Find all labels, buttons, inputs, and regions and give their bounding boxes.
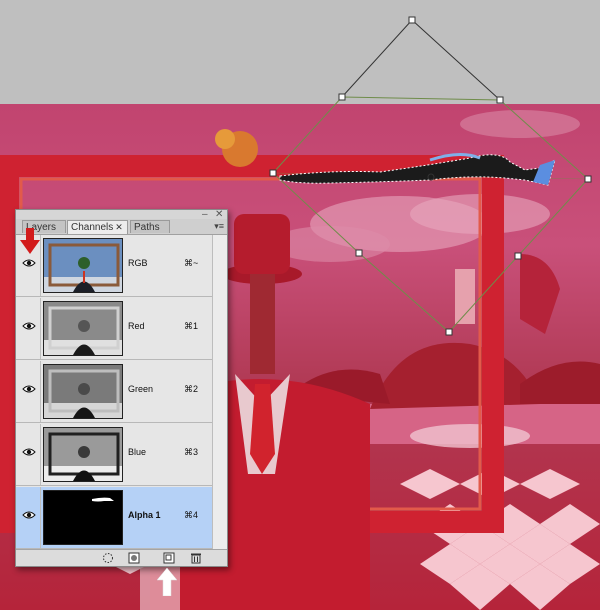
channel-row-alpha-1[interactable]: Alpha 1 ⌘4 [16, 487, 212, 549]
channel-thumbnail [43, 490, 123, 545]
mask-icon [128, 552, 140, 564]
channel-row-rgb[interactable]: RGB ⌘~ [16, 235, 212, 297]
panel-scrollbar[interactable] [212, 235, 227, 549]
tab-close-icon[interactable]: ✕ [115, 222, 123, 232]
channel-name: RGB [128, 258, 148, 268]
panel-tabs: Layers Channels ✕ Paths ▾≡ [16, 219, 227, 235]
dotted-circle-icon [103, 553, 113, 563]
tab-paths-label: Paths [134, 222, 160, 233]
new-channel-icon [163, 552, 175, 564]
channel-name: Blue [128, 447, 147, 457]
channel-shortcut: ⌘3 [184, 447, 199, 457]
panel-bottom-toolbar [16, 549, 227, 566]
white-arrow-up-icon [157, 568, 177, 596]
visibility-toggle[interactable] [16, 487, 41, 548]
channel-shortcut: ⌘2 [184, 384, 199, 394]
channels-panel[interactable]: – ✕ Layers Channels ✕ Paths ▾≡ RGB ⌘~ Re… [15, 209, 228, 567]
eye-icon [22, 259, 36, 267]
delete-channel-button[interactable] [186, 551, 206, 565]
eye-icon [22, 322, 36, 330]
eye-icon [22, 448, 36, 456]
save-selection-as-channel-button[interactable] [124, 551, 144, 565]
visibility-toggle[interactable] [16, 361, 41, 422]
panel-menu-icon[interactable]: ▾≡ [214, 221, 224, 232]
channel-shortcut: ⌘4 [184, 510, 199, 520]
channel-row-green[interactable]: Green ⌘2 [16, 361, 212, 423]
channel-thumbnail [43, 364, 123, 419]
tab-channels[interactable]: Channels ✕ [67, 220, 128, 234]
load-channel-as-selection-button[interactable] [98, 551, 118, 565]
eye-icon [22, 385, 36, 393]
channel-shortcut: ⌘~ [184, 258, 199, 268]
channel-row-blue[interactable]: Blue ⌘3 [16, 424, 212, 486]
red-arrow-down-icon [20, 228, 40, 254]
trash-icon [191, 553, 201, 564]
visibility-toggle[interactable] [16, 424, 41, 485]
channel-thumbnail [43, 301, 123, 356]
create-new-channel-button[interactable] [159, 551, 179, 565]
channel-thumbnail [43, 238, 123, 293]
channel-name: Alpha 1 [128, 510, 161, 520]
channel-name: Green [128, 384, 154, 394]
channel-row-red[interactable]: Red ⌘1 [16, 298, 212, 360]
channel-thumbnail [43, 427, 123, 482]
eye-icon [22, 511, 36, 519]
channel-shortcut: ⌘1 [184, 321, 199, 331]
tab-paths[interactable]: Paths [130, 220, 170, 233]
channel-name: Red [128, 321, 145, 331]
tab-channels-label: Channels [71, 222, 114, 233]
channel-list: RGB ⌘~ Red ⌘1 Green ⌘2 Blue ⌘3 Alpha 1 ⌘… [16, 235, 212, 549]
visibility-toggle[interactable] [16, 298, 41, 359]
